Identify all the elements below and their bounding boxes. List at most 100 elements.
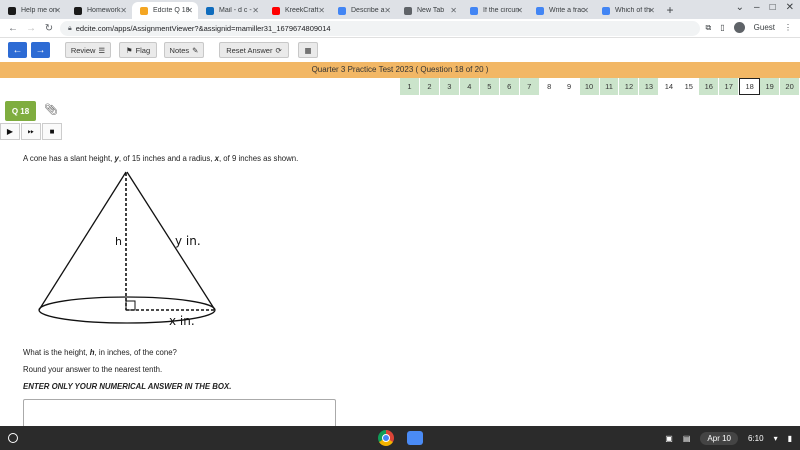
browser-tab[interactable]: Describe a ✕: [330, 2, 396, 19]
avatar[interactable]: [733, 22, 745, 33]
date-pill[interactable]: Apr 10: [700, 432, 738, 445]
tab-close-icon[interactable]: ✕: [516, 6, 523, 15]
files-icon[interactable]: [407, 431, 423, 445]
next-question-button[interactable]: →: [31, 42, 50, 58]
tab-title: Describe a: [351, 7, 385, 14]
question-ask: What is the height, h, in inches, of the…: [23, 348, 177, 357]
paperclip-icon[interactable]: 📎︎: [44, 103, 58, 116]
list-icon: ☰: [98, 45, 106, 55]
question-nav-item[interactable]: 15: [679, 78, 700, 95]
browser-tab[interactable]: Help me on ✕: [0, 2, 66, 19]
question-nav-item[interactable]: 11: [599, 78, 620, 95]
browser-tab[interactable]: New Tab ✕: [396, 2, 462, 19]
browser-tab[interactable]: Write a fract ✕: [528, 2, 594, 19]
question-nav-item[interactable]: 8: [539, 78, 560, 95]
question-nav-item[interactable]: 14: [659, 78, 680, 95]
side-panel-icon[interactable]: ▯: [720, 23, 724, 32]
battery-icon[interactable]: ▮: [788, 434, 792, 443]
browser-tab[interactable]: Homework ✕: [66, 2, 132, 19]
tab-title: Edcite Q 18: [153, 7, 189, 14]
question-nav-item[interactable]: 5: [479, 78, 500, 95]
browser-tab[interactable]: Edcite Q 18 ✕: [132, 2, 198, 19]
question-nav-item[interactable]: 7: [519, 78, 540, 95]
tab-title: Write a fract: [549, 7, 585, 14]
screen-capture-icon[interactable]: ▣: [665, 434, 673, 443]
tab-favicon-icon: [272, 6, 280, 15]
browser-tab[interactable]: Mail - d c - ✕: [198, 2, 264, 19]
back-arrow-icon[interactable]: ←: [4, 23, 22, 34]
browser-tab[interactable]: Which of the ✕: [594, 2, 660, 19]
question-nav-item[interactable]: 13: [639, 78, 660, 95]
flag-button[interactable]: ⚑ Flag: [119, 42, 157, 58]
maximize-icon[interactable]: □: [770, 2, 776, 13]
question-nav-item[interactable]: 9: [559, 78, 580, 95]
tab-close-icon[interactable]: ✕: [582, 6, 589, 15]
tab-close-icon[interactable]: ✕: [450, 6, 457, 15]
reload-icon[interactable]: ↻: [40, 23, 58, 34]
clock[interactable]: 6:10: [748, 434, 764, 443]
review-button[interactable]: Review ☰: [65, 42, 111, 58]
tab-favicon-icon: [404, 6, 412, 15]
os-shelf: ▣ ▤ Apr 10 6:10 ▾ ▮: [0, 426, 800, 450]
play-icon[interactable]: ▶: [0, 123, 20, 140]
previous-question-button[interactable]: ←: [8, 42, 27, 58]
status-area: ▣ ▤ Apr 10 6:10 ▾ ▮: [665, 432, 792, 445]
calculator-button[interactable]: ▦: [298, 42, 318, 58]
question-nav-item[interactable]: 12: [619, 78, 640, 95]
question-nav-item[interactable]: 3: [439, 78, 460, 95]
chrome-icon[interactable]: [378, 430, 394, 446]
question-nav-item[interactable]: 1: [400, 78, 420, 95]
question-nav-item[interactable]: 17: [719, 78, 740, 95]
tab-close-icon[interactable]: ✕: [54, 6, 61, 15]
tab-close-icon[interactable]: ✕: [384, 6, 391, 15]
wifi-icon[interactable]: ▾: [774, 434, 778, 443]
question-nav-item[interactable]: 6: [499, 78, 520, 95]
fast-forward-icon[interactable]: ⏩︎: [21, 123, 41, 140]
prompt-text-3: , of 9 inches as shown.: [218, 154, 299, 163]
question-nav-item[interactable]: 20: [780, 78, 800, 95]
tab-close-icon[interactable]: ✕: [648, 6, 655, 15]
question-nav-item[interactable]: 18: [739, 78, 761, 95]
extension-icon[interactable]: ⧉: [706, 23, 712, 33]
prompt-text-2: , of 15 inches and a radius,: [118, 154, 215, 163]
refresh-icon: ⟳: [275, 45, 282, 55]
question-nav-item[interactable]: 4: [459, 78, 480, 95]
reset-answer-button[interactable]: Reset Answer ⟳: [219, 42, 289, 58]
cone-diagram: h y in. x in.: [38, 171, 216, 328]
url-bar[interactable]: 🔒︎ edcite.com/apps/AssignmentViewer?&ass…: [60, 21, 700, 36]
tab-close-icon[interactable]: ✕: [186, 6, 193, 15]
notes-button[interactable]: Notes ✎: [164, 42, 204, 58]
question-nav-item[interactable]: 2: [419, 78, 440, 95]
browser-tab-strip: Help me on ✕ Homework ✕ Edcite Q 18 ✕ Mail - d…: [0, 0, 800, 19]
profile-label[interactable]: Guest: [754, 23, 775, 32]
tab-close-icon[interactable]: ✕: [120, 6, 127, 15]
tab-close-icon[interactable]: ✕: [318, 6, 325, 15]
menu-kebab-icon[interactable]: ⋮: [784, 23, 792, 32]
edit-icon: ✎: [192, 45, 199, 55]
tab-title: New Tab: [417, 7, 445, 14]
question-nav-item[interactable]: 10: [579, 78, 600, 95]
minimize-icon[interactable]: –: [754, 2, 760, 13]
answer-input[interactable]: [23, 399, 336, 429]
window-controls: ⌄ – □ ✕: [736, 2, 794, 13]
tab-favicon-icon: [338, 6, 346, 15]
flag-label: Flag: [135, 45, 151, 55]
right-angle-marker: [125, 300, 136, 311]
tab-title: Which of the: [615, 7, 651, 14]
browser-tab[interactable]: KreekCraft ✕: [264, 2, 330, 19]
forward-arrow-icon[interactable]: →: [22, 23, 40, 34]
tab-close-icon[interactable]: ✕: [252, 6, 259, 15]
stop-icon[interactable]: ■: [42, 123, 62, 140]
new-tab-button[interactable]: +: [660, 3, 680, 17]
clipboard-icon[interactable]: ▤: [683, 434, 691, 443]
browser-tab[interactable]: If the circum ✕: [462, 2, 528, 19]
tab-favicon-icon: [74, 6, 82, 15]
close-window-icon[interactable]: ✕: [786, 2, 794, 13]
launcher-icon[interactable]: [8, 433, 18, 443]
question-nav-item[interactable]: 19: [760, 78, 781, 95]
label-y: y in.: [175, 234, 201, 248]
tab-search-icon[interactable]: ⌄: [736, 2, 744, 13]
ask-text-1: What is the height,: [23, 348, 90, 357]
tab-favicon-icon: [206, 6, 214, 15]
question-nav-item[interactable]: 16: [699, 78, 720, 95]
